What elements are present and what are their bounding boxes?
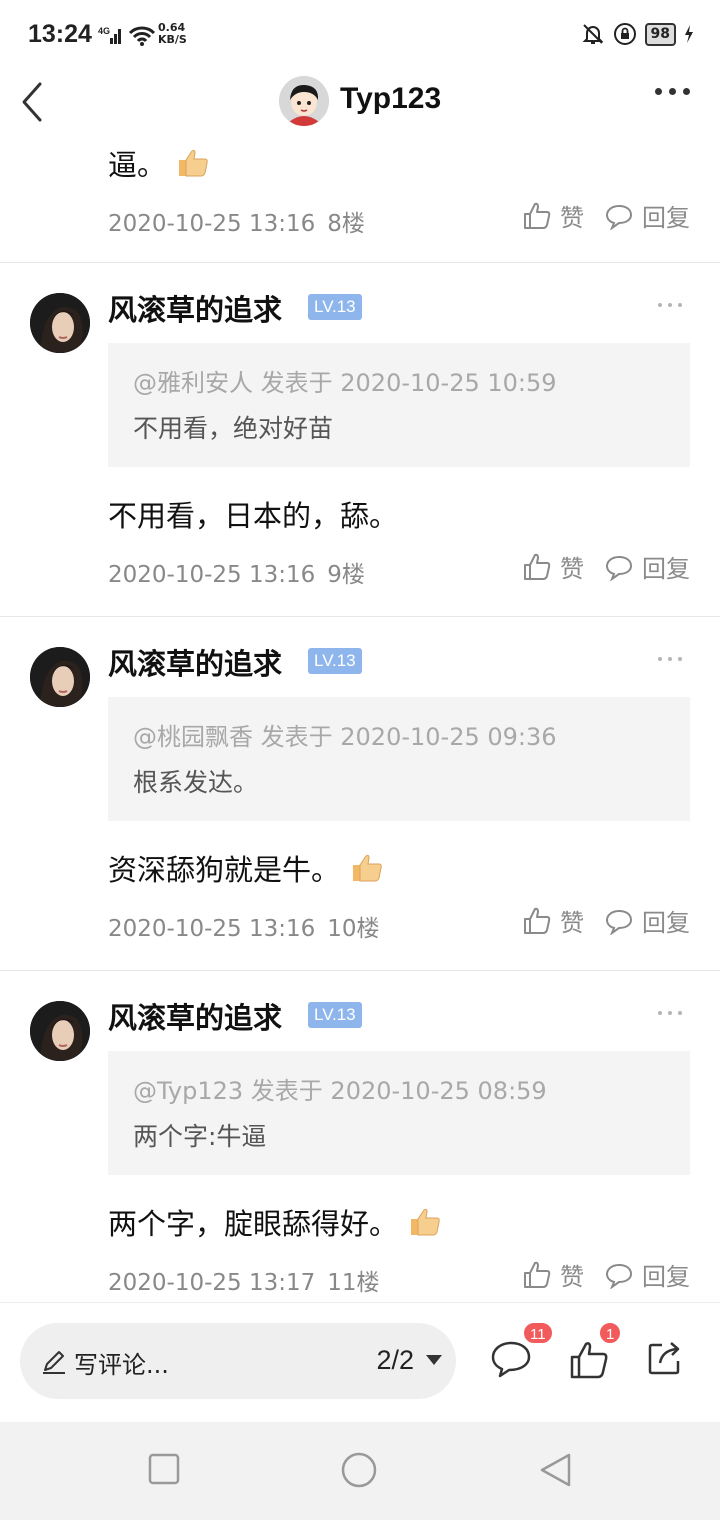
comment-more-icon[interactable]: [658, 1011, 682, 1015]
quote-meta: @Typ123 发表于 2020-10-25 08:59: [133, 1077, 547, 1105]
page-indicator[interactable]: 2/2: [376, 1345, 414, 1376]
level-badge: LV.13: [308, 648, 362, 674]
home-circle-icon[interactable]: [340, 1451, 378, 1489]
thumbs-up-icon: [524, 907, 551, 934]
comment-more-icon[interactable]: [658, 657, 682, 661]
battery-indicator: 98: [644, 22, 676, 46]
reply-button[interactable]: 回复: [604, 903, 690, 938]
reply-button[interactable]: 回复: [604, 1257, 690, 1292]
comment-item: 逼。 2020-10-25 13:16 8楼 赞 回复: [0, 132, 720, 263]
svg-text:4G: 4G: [98, 26, 110, 36]
like-button[interactable]: 赞: [522, 1257, 584, 1292]
like-button[interactable]: 赞: [522, 903, 584, 938]
more-options-icon[interactable]: [655, 88, 690, 95]
comment-text: 两个字，腚眼舔得好。: [108, 1201, 442, 1243]
recents-square-icon[interactable]: [147, 1452, 181, 1486]
write-comment-placeholder: 写评论...: [74, 1351, 169, 1379]
bell-off-icon: [582, 24, 603, 44]
floor-label: 11楼: [327, 1270, 380, 1296]
floor-label: 10楼: [327, 916, 380, 942]
thumbs-up-emoji-icon: [411, 1208, 440, 1236]
quoted-comment[interactable]: @Typ123 发表于 2020-10-25 08:59 两个字:牛逼: [108, 1051, 690, 1175]
bottom-action-bar: 写评论... 2/2 11 1: [0, 1302, 720, 1423]
status-bar: 13:24 4G 0.64 KB/S 98: [0, 0, 720, 72]
speech-bubble-icon: [605, 1263, 633, 1289]
comment-more-icon[interactable]: [658, 303, 682, 307]
username[interactable]: 风滚草的追求: [108, 995, 282, 1037]
comment-text: 资深舔狗就是牛。: [108, 847, 384, 889]
comment-bubble-icon[interactable]: [490, 1339, 532, 1379]
comment-meta: 2020-10-25 13:16 8楼: [108, 211, 365, 237]
comment-meta: 2020-10-25 13:16 10楼: [108, 916, 380, 942]
share-icon[interactable]: [646, 1339, 684, 1377]
like-button[interactable]: 赞: [522, 549, 584, 584]
comment-text: 逼。: [108, 142, 210, 184]
lock-rotation-icon: [613, 23, 636, 45]
like-count-badge: 1: [598, 1321, 623, 1345]
network-speed: 0.64 KB/S: [158, 21, 187, 46]
speech-bubble-icon: [605, 204, 633, 230]
user-avatar[interactable]: [30, 1001, 90, 1061]
comment-actions: 赞 回复: [522, 549, 690, 584]
comment-actions: 赞 回复: [522, 903, 690, 938]
back-triangle-icon[interactable]: [538, 1452, 574, 1488]
status-time: 13:24: [28, 20, 92, 48]
thumbs-up-emoji-icon: [179, 149, 208, 177]
user-avatar[interactable]: [30, 293, 90, 353]
charging-icon: [685, 25, 693, 43]
page-title: Typ123: [340, 82, 442, 115]
header-avatar[interactable]: [279, 76, 329, 126]
comment-item: 风滚草的追求 LV.13 @雅利安人 发表于 2020-10-25 10:59 …: [0, 263, 720, 617]
comment-meta: 2020-10-25 13:17 11楼: [108, 1270, 380, 1296]
write-comment-input[interactable]: 写评论... 2/2: [20, 1323, 456, 1399]
back-arrow-icon[interactable]: [18, 80, 48, 124]
comment-item: 风滚草的追求 LV.13 @桃园飘香 发表于 2020-10-25 09:36 …: [0, 617, 720, 971]
floor-label: 8楼: [327, 211, 365, 237]
status-right: 98: [581, 22, 694, 46]
comment-actions: 赞 回复: [522, 1257, 690, 1292]
quote-text: 不用看，绝对好苗: [133, 414, 334, 443]
quote-text: 根系发达。: [133, 768, 259, 797]
thumbs-up-icon: [524, 202, 551, 229]
quote-meta: @桃园飘香 发表于 2020-10-25 09:36: [133, 723, 557, 751]
comment-list[interactable]: 逼。 2020-10-25 13:16 8楼 赞 回复 风滚草的追求 LV.13…: [0, 132, 720, 1302]
username[interactable]: 风滚草的追求: [108, 287, 282, 329]
quote-text: 两个字:牛逼: [133, 1122, 267, 1151]
reply-button[interactable]: 回复: [604, 549, 690, 584]
signal-icon: 4G: [98, 26, 121, 44]
comment-count-badge: 11: [522, 1321, 554, 1345]
level-badge: LV.13: [308, 1002, 362, 1028]
wifi-icon: [128, 26, 156, 46]
level-badge: LV.13: [308, 294, 362, 320]
thumbs-up-icon: [524, 553, 551, 580]
comment-item: 风滚草的追求 LV.13 @Typ123 发表于 2020-10-25 08:5…: [0, 971, 720, 1302]
comment-actions: 赞 回复: [522, 198, 690, 233]
system-nav-bar: [0, 1422, 720, 1520]
thumbs-up-icon[interactable]: [568, 1339, 610, 1381]
pencil-icon: [43, 1351, 65, 1374]
thumbs-up-emoji-icon: [353, 854, 382, 882]
speech-bubble-icon: [605, 555, 633, 581]
user-avatar[interactable]: [30, 647, 90, 707]
comment-meta: 2020-10-25 13:16 9楼: [108, 562, 365, 588]
header: Typ123: [0, 72, 720, 132]
quoted-comment[interactable]: @雅利安人 发表于 2020-10-25 10:59 不用看，绝对好苗: [108, 343, 690, 467]
username[interactable]: 风滚草的追求: [108, 641, 282, 683]
reply-button[interactable]: 回复: [604, 198, 690, 233]
comment-text: 不用看，日本的，舔。: [108, 499, 399, 533]
thumbs-up-icon: [524, 1261, 551, 1288]
chevron-down-icon[interactable]: [426, 1355, 442, 1365]
quote-meta: @雅利安人 发表于 2020-10-25 10:59: [133, 369, 557, 397]
quoted-comment[interactable]: @桃园飘香 发表于 2020-10-25 09:36 根系发达。: [108, 697, 690, 821]
like-button[interactable]: 赞: [522, 198, 584, 233]
floor-label: 9楼: [327, 562, 365, 588]
speech-bubble-icon: [605, 909, 633, 935]
